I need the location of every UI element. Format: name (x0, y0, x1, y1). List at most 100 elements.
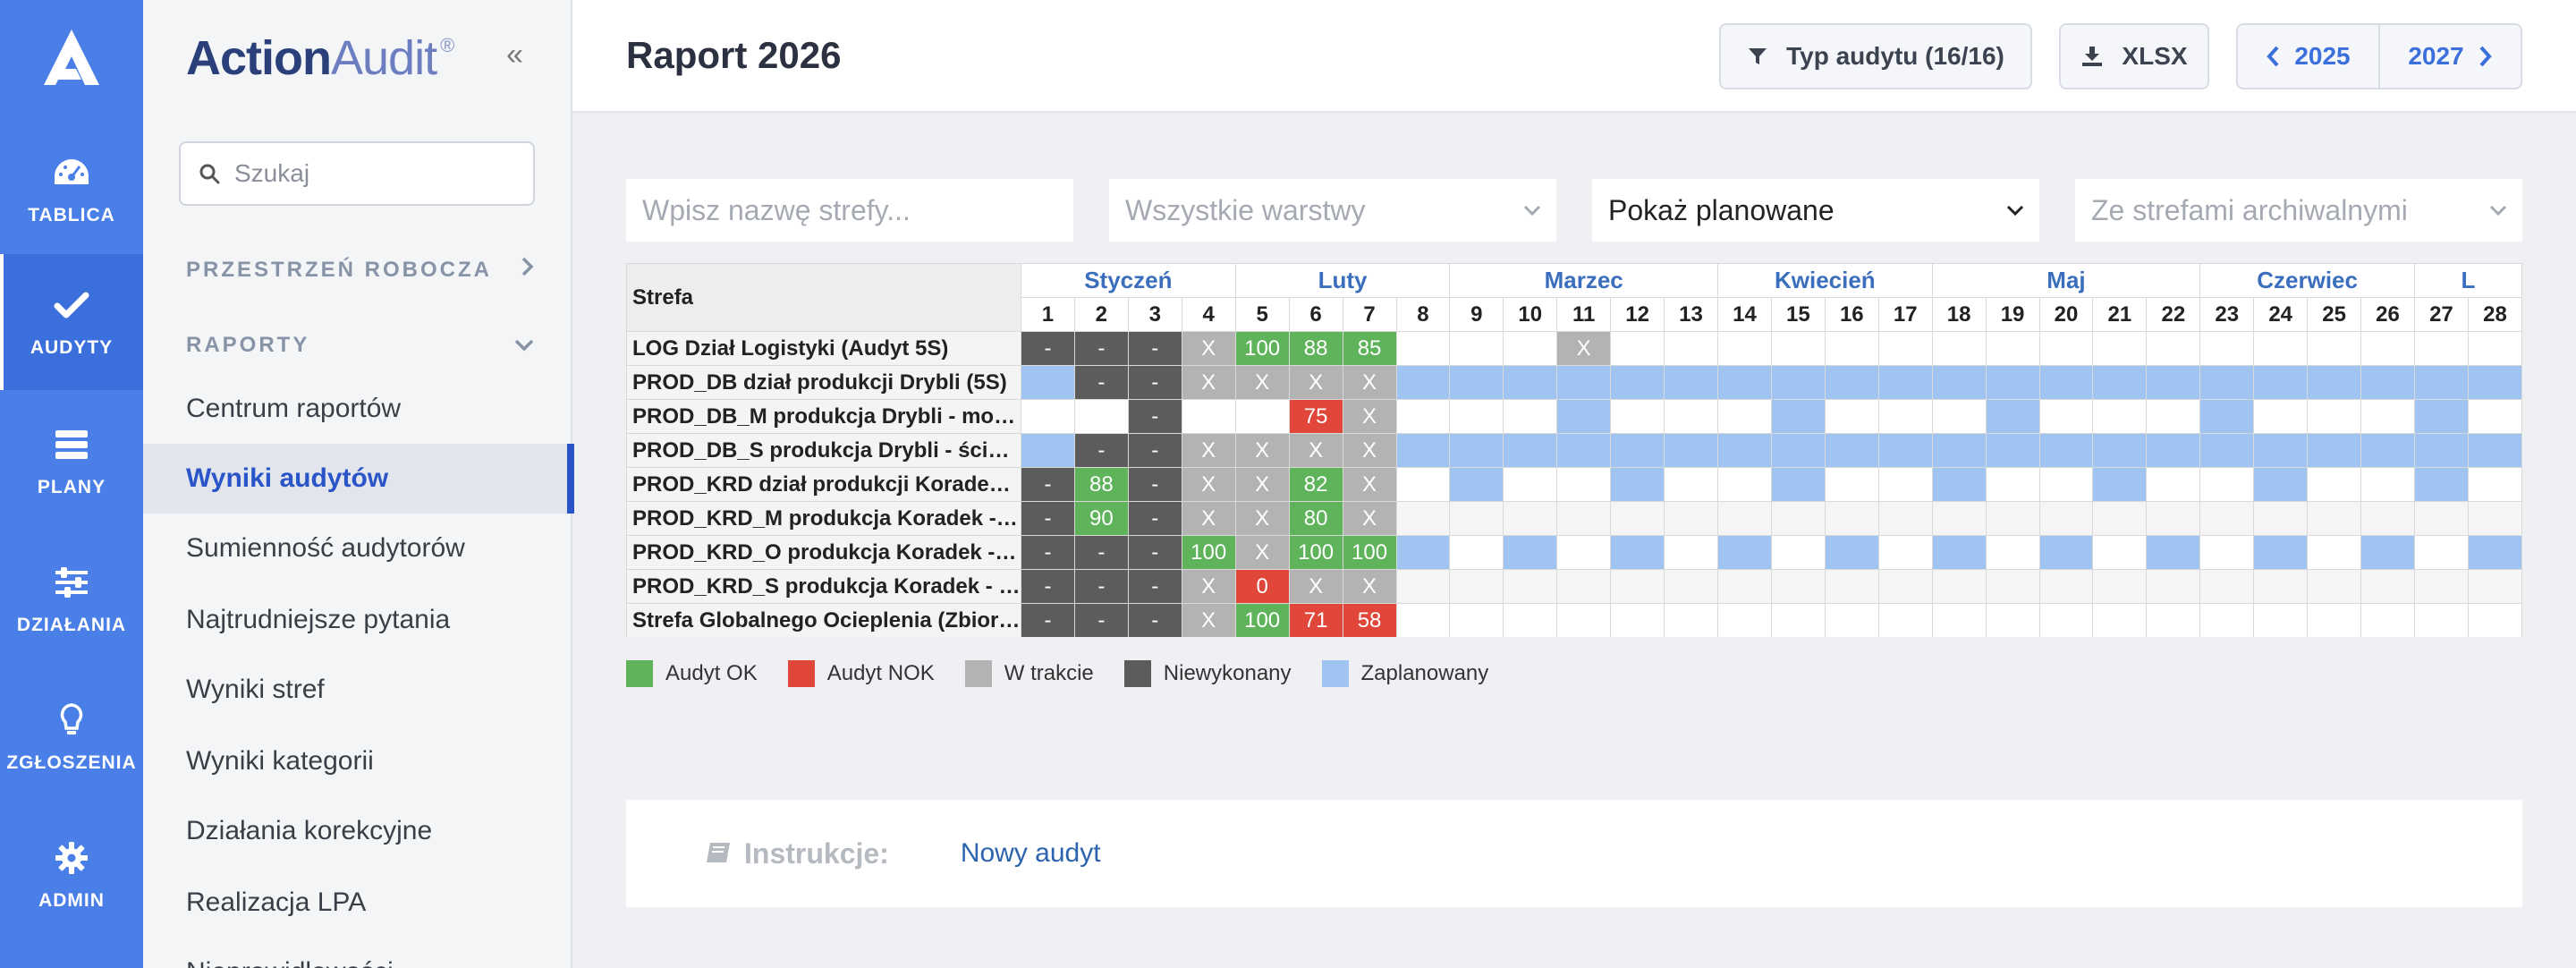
audit-cell[interactable]: X (1342, 501, 1397, 536)
audit-cell[interactable]: X (1181, 569, 1236, 604)
audit-cell[interactable]: - (1127, 467, 1182, 502)
layers-select[interactable]: Wszystkie warstwy (1109, 179, 1556, 242)
audit-cell[interactable]: - (1021, 603, 1075, 637)
previous-year-button[interactable]: 2025 (2238, 25, 2380, 88)
audit-cell[interactable]: - (1021, 331, 1075, 366)
audit-cell[interactable]: - (1127, 603, 1182, 637)
audit-cell[interactable]: X (1181, 501, 1236, 536)
rail-item-zgloszenia[interactable]: ZGŁOSZENIA (0, 669, 143, 805)
audit-cell[interactable]: X (1342, 433, 1397, 468)
zone-name-cell[interactable]: PROD_DB_M produkcja Drybli - montaż (626, 399, 1021, 434)
rail-item-plany[interactable]: PLANY (0, 394, 143, 530)
rail-item-audyty[interactable]: AUDYTY (0, 254, 143, 390)
audit-cell[interactable]: X (1342, 399, 1397, 434)
audit-cell[interactable]: X (1288, 365, 1343, 400)
brand-logo[interactable]: ActionAudit ® (186, 30, 454, 86)
audit-cell[interactable]: 85 (1342, 331, 1397, 366)
workspace-section[interactable]: PRZESTRZEŃ ROBOCZA (186, 256, 535, 284)
audit-cell[interactable]: 88 (1288, 331, 1343, 366)
rail-item-tablica[interactable]: TABLICA (0, 122, 143, 258)
export-xlsx-button[interactable]: XLSX (2059, 23, 2209, 89)
menu-item-wyniki-audytow[interactable]: Wyniki audytów (143, 444, 574, 514)
audit-cell[interactable]: - (1021, 535, 1075, 570)
planned-select[interactable]: Pokaż planowane (1592, 179, 2039, 242)
audit-cell[interactable]: X (1342, 569, 1397, 604)
rail-item-admin[interactable]: ADMIN (0, 807, 143, 943)
audit-cell[interactable]: 75 (1288, 399, 1343, 434)
audit-cell[interactable]: - (1127, 365, 1182, 400)
archive-zones-select[interactable]: Ze strefami archiwalnymi (2075, 179, 2522, 242)
audit-cell[interactable]: X (1342, 365, 1397, 400)
audit-cell[interactable]: - (1127, 331, 1182, 366)
zone-name-cell[interactable]: LOG Dział Logistyki (Audyt 5S) (626, 331, 1021, 366)
audit-cell[interactable]: - (1127, 399, 1182, 434)
audit-cell[interactable]: X (1181, 365, 1236, 400)
audit-cell[interactable]: - (1127, 569, 1182, 604)
menu-item-sumiennosc-audytorow[interactable]: Sumienność audytorów (143, 514, 572, 583)
audit-cell[interactable]: - (1073, 331, 1129, 366)
audit-cell[interactable]: X (1288, 569, 1343, 604)
audit-cell[interactable]: X (1234, 501, 1290, 536)
audit-type-filter-button[interactable]: Typ audytu (16/16) (1719, 23, 2032, 89)
menu-item-dzialania-korekcyjne[interactable]: Działania korekcyjne (143, 796, 572, 866)
audit-cell[interactable]: X (1288, 433, 1343, 468)
search-box[interactable] (179, 141, 535, 206)
next-year-button[interactable]: 2027 (2380, 25, 2521, 88)
rail-item-dzialania[interactable]: DZIAŁANIA (0, 531, 143, 667)
audit-cell[interactable]: 82 (1288, 467, 1343, 502)
audit-cell[interactable]: X (1181, 331, 1236, 366)
zone-name-cell[interactable]: PROD_KRD_M produkcja Koradek - montaż (626, 501, 1021, 536)
audit-cell[interactable]: X (1234, 365, 1290, 400)
audit-cell[interactable]: 100 (1234, 603, 1290, 637)
audit-cell[interactable]: 100 (1234, 331, 1290, 366)
audit-cell[interactable]: 88 (1073, 467, 1129, 502)
menu-item-nieprawidlowosci[interactable]: Nieprawidłowości (143, 938, 572, 968)
menu-item-wyniki-stref[interactable]: Wyniki stref (143, 655, 572, 725)
audit-cell[interactable]: 71 (1288, 603, 1343, 637)
audit-cell[interactable]: X (1234, 433, 1290, 468)
audit-cell[interactable]: 0 (1234, 569, 1290, 604)
audit-cell[interactable]: 100 (1288, 535, 1343, 570)
audit-cell[interactable]: - (1073, 535, 1129, 570)
menu-item-wyniki-kategorii[interactable]: Wyniki kategorii (143, 726, 572, 796)
zone-name-cell[interactable]: PROD_DB_S produkcja Drybli - ściernica (626, 433, 1021, 468)
audit-cell[interactable]: - (1021, 569, 1075, 604)
menu-item-centrum-raportow[interactable]: Centrum raportów (143, 374, 572, 444)
audit-cell[interactable]: - (1073, 569, 1129, 604)
collapse-sidebar-icon[interactable]: « (506, 38, 523, 72)
audit-cell[interactable]: X (1181, 433, 1236, 468)
audit-cell[interactable]: 100 (1181, 535, 1236, 570)
audit-cell[interactable]: X (1556, 331, 1612, 366)
audit-cell[interactable]: - (1073, 603, 1129, 637)
audit-cell[interactable]: X (1181, 467, 1236, 502)
audit-cell[interactable]: X (1234, 467, 1290, 502)
audit-cell[interactable]: X (1181, 603, 1236, 637)
zone-name-cell[interactable]: PROD_KRD_S produkcja Koradek - spawanie (626, 569, 1021, 604)
audit-cell[interactable]: X (1234, 535, 1290, 570)
audit-cell[interactable]: - (1127, 535, 1182, 570)
rail-label: PLANY (37, 477, 106, 497)
audit-cell[interactable]: 80 (1288, 501, 1343, 536)
menu-item-realizacja-lpa[interactable]: Realizacja LPA (143, 868, 572, 938)
zone-name-cell[interactable]: PROD_DB dział produkcji Drybli (5S) (626, 365, 1021, 400)
audit-cell[interactable]: 58 (1342, 603, 1397, 637)
search-input[interactable] (234, 159, 503, 188)
audit-cell[interactable]: X (1342, 467, 1397, 502)
menu-item-najtrudniejsze-pytania[interactable]: Najtrudniejsze pytania (143, 585, 572, 655)
app-logo-icon[interactable] (0, 0, 143, 115)
new-audit-link[interactable]: Nowy audyt (961, 838, 1101, 869)
zone-name-cell[interactable]: PROD_KRD_O produkcja Koradek - obróbka (626, 535, 1021, 570)
audit-cell[interactable]: - (1127, 433, 1182, 468)
zone-name-cell[interactable]: Strefa Globalnego Ocieplenia (Zbiorcza) (626, 603, 1021, 637)
audit-cell[interactable]: 90 (1073, 501, 1129, 536)
reports-section[interactable]: RAPORTY (186, 331, 535, 359)
audit-cell[interactable]: - (1021, 501, 1075, 536)
month-header: L (2413, 263, 2522, 298)
zone-name-input[interactable]: Wpisz nazwę strefy... (626, 179, 1073, 242)
audit-cell[interactable]: - (1073, 365, 1129, 400)
audit-cell[interactable]: - (1127, 501, 1182, 536)
audit-cell[interactable]: - (1073, 433, 1129, 468)
audit-cell[interactable]: 100 (1342, 535, 1397, 570)
zone-name-cell[interactable]: PROD_KRD dział produkcji Koradek (5S) (626, 467, 1021, 502)
audit-cell[interactable]: - (1021, 467, 1075, 502)
